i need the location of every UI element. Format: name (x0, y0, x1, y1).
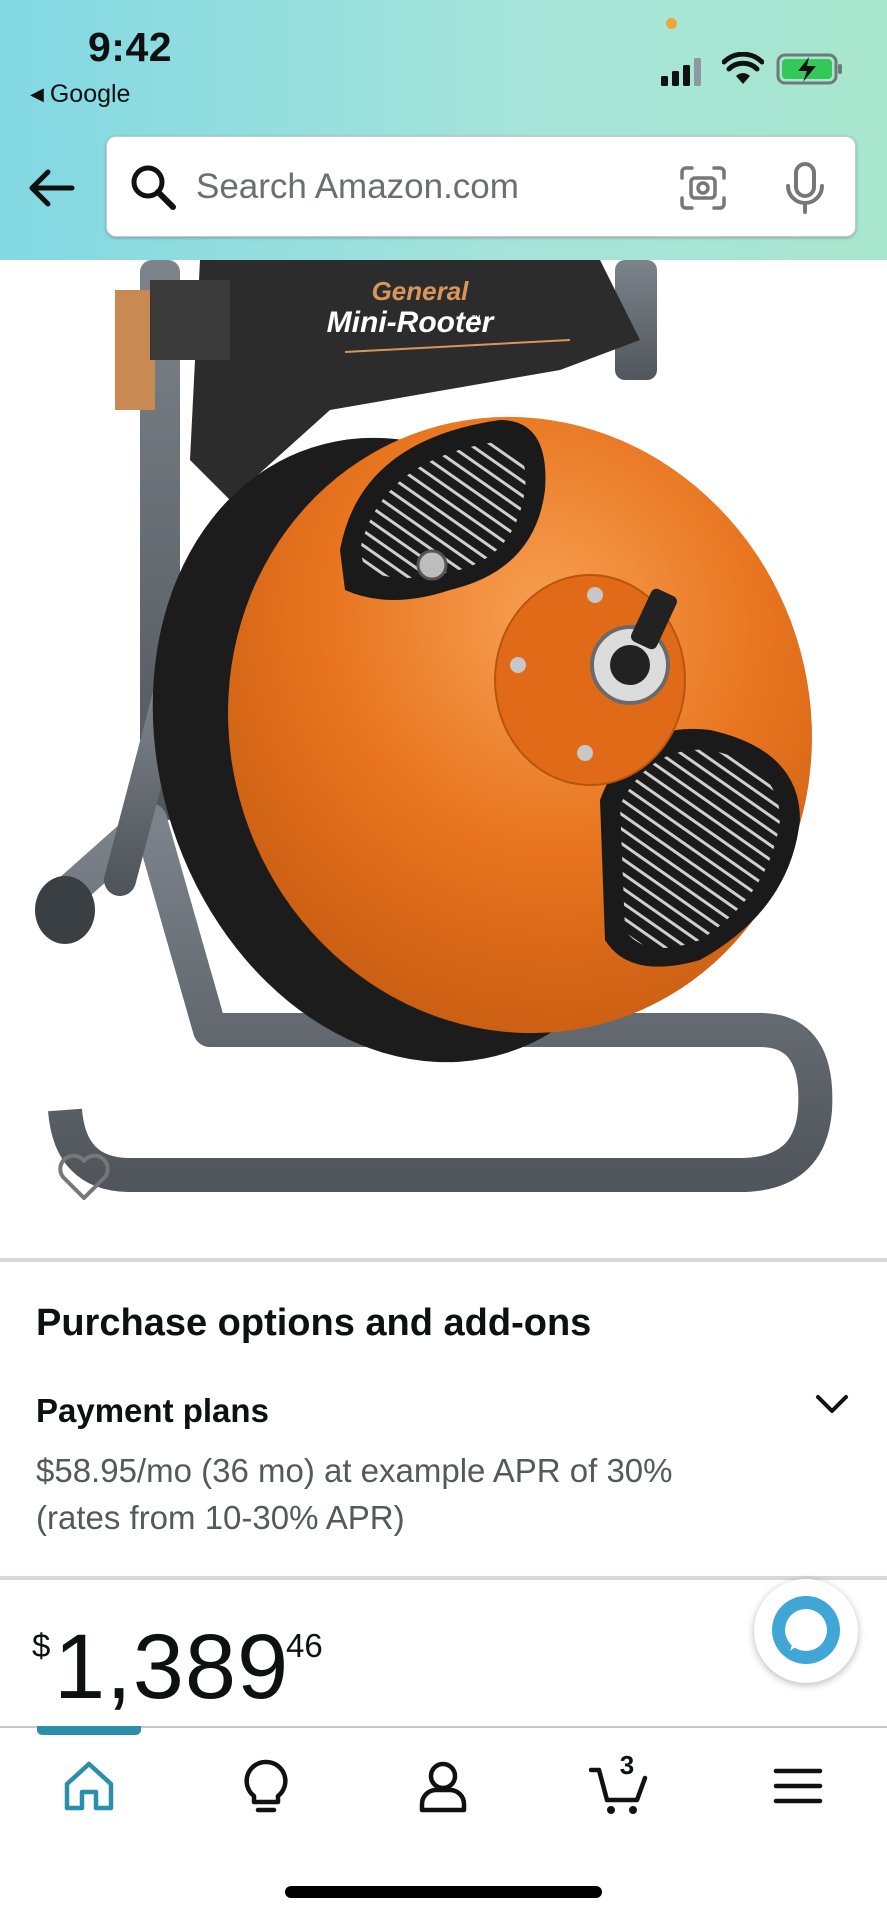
search-bar[interactable]: Search Amazon.com (106, 136, 856, 237)
chevron-down-icon[interactable] (812, 1390, 852, 1418)
section-divider (0, 1576, 887, 1580)
search-input[interactable]: Search Amazon.com (196, 167, 519, 207)
privacy-indicator-dot (666, 18, 677, 29)
account-icon[interactable] (413, 1756, 473, 1816)
back-to-app-link[interactable]: ◀ Google (30, 80, 130, 109)
alexa-icon (772, 1596, 840, 1664)
alexa-button[interactable] (754, 1579, 858, 1683)
home-icon[interactable] (59, 1756, 119, 1816)
price-whole: 1,389 (54, 1616, 290, 1718)
home-indicator (285, 1886, 602, 1898)
purchase-options-title: Purchase options and add-ons (36, 1302, 592, 1344)
payment-plans-title[interactable]: Payment plans (36, 1392, 269, 1430)
back-app-label: Google (49, 80, 131, 108)
wifi-icon (722, 52, 764, 84)
amazon-product-page: 9:42 ◀ Google Search Amazon.com General … (0, 0, 887, 1920)
active-tab-indicator (37, 1726, 141, 1735)
image-trademark-text: ™ (471, 314, 481, 325)
cart-count-badge: 3 (619, 1750, 635, 1780)
price-currency: $ (32, 1627, 51, 1664)
header: 9:42 ◀ Google Search Amazon.com (0, 0, 887, 260)
product-image[interactable]: General Mini-Rooter ™ (0, 260, 887, 1257)
price-fraction: 46 (286, 1627, 323, 1664)
search-icon (131, 165, 176, 210)
back-triangle-icon: ◀ (30, 84, 44, 104)
battery-charging-icon (776, 53, 842, 85)
back-arrow-icon[interactable] (26, 163, 76, 213)
cellular-signal-icon (661, 58, 701, 86)
lightbulb-icon[interactable] (236, 1756, 296, 1816)
image-brand-text: General (372, 276, 470, 306)
section-divider (0, 1258, 887, 1262)
camera-scan-icon[interactable] (679, 165, 727, 211)
microphone-icon[interactable] (784, 161, 826, 215)
drain-cleaner-reel-illustration: General Mini-Rooter ™ (35, 260, 833, 1192)
status-time: 9:42 (88, 24, 173, 70)
menu-icon[interactable] (768, 1756, 828, 1816)
heart-icon[interactable] (56, 1150, 112, 1202)
payment-plans-description: $58.95/mo (36 mo) at example APR of 30% … (36, 1452, 673, 1536)
